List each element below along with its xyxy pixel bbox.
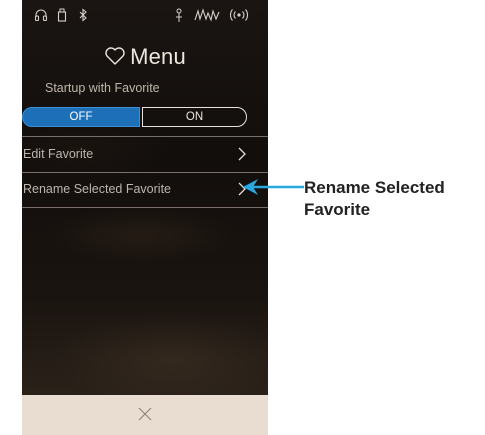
menu-title-text: Menu: [130, 44, 186, 69]
chevron-right-icon: [238, 147, 246, 166]
menu-item-rename-selected-favorite[interactable]: Rename Selected Favorite: [22, 175, 246, 205]
toggle-on-button[interactable]: ON: [142, 107, 247, 127]
wireless-icon: [228, 8, 250, 27]
startup-with-favorite-label: Startup with Favorite: [45, 81, 160, 95]
divider: [22, 207, 268, 208]
toggle-off-button[interactable]: OFF: [22, 107, 140, 127]
menu-item-label: Edit Favorite: [23, 147, 94, 161]
callout-label: Rename Selected Favorite: [304, 178, 445, 219]
microphone-icon: [174, 8, 184, 29]
menu-title: Menu: [22, 44, 268, 72]
menu-item-edit-favorite[interactable]: Edit Favorite: [22, 140, 246, 170]
startup-toggle[interactable]: OFF ON: [22, 107, 247, 127]
usb-icon: [57, 8, 67, 27]
divider: [22, 172, 268, 173]
status-bar: [22, 8, 268, 26]
audio-level-icon: [194, 8, 220, 27]
close-icon[interactable]: [137, 406, 153, 427]
close-bar[interactable]: [22, 395, 268, 435]
heart-icon: [104, 46, 126, 72]
callout-arrow-icon: [242, 175, 304, 204]
divider: [22, 136, 268, 137]
menu-item-label: Rename Selected Favorite: [23, 182, 171, 196]
headphones-icon: [34, 8, 48, 27]
bluetooth-icon: [78, 8, 88, 27]
